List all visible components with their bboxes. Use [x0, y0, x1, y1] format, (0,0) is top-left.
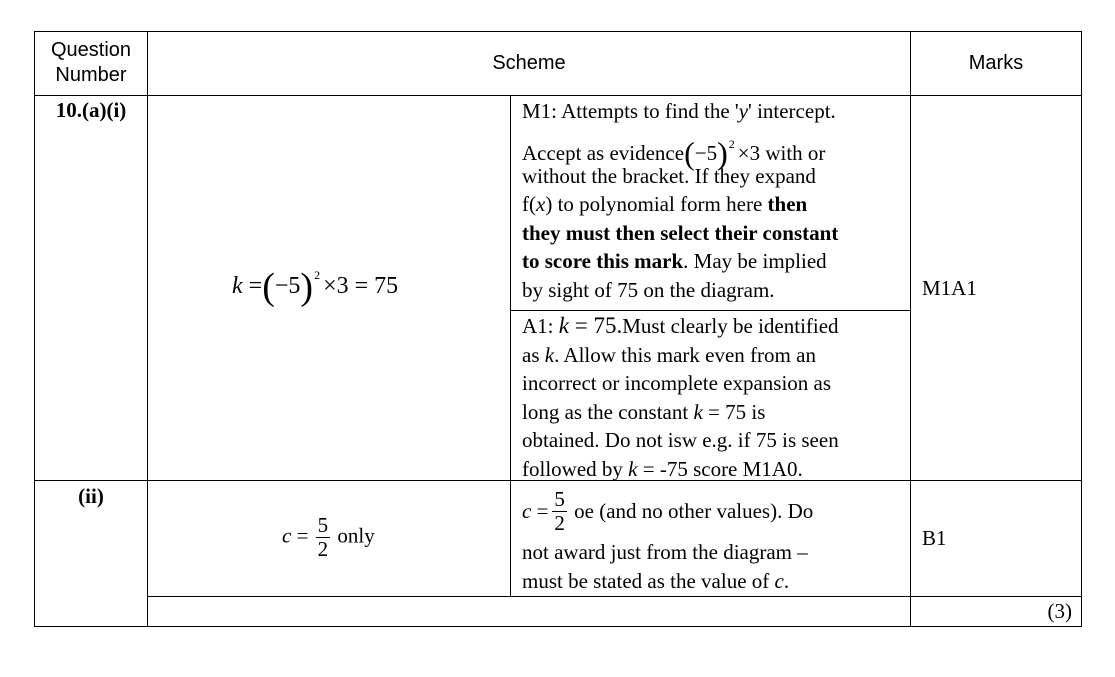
note-line: M1: Attempts to find the 'y' intercept. [522, 99, 836, 123]
fraction-five-halves: 52 [315, 513, 331, 561]
marks-a-i: M1A1 [922, 276, 977, 301]
exponent: 2 [314, 268, 321, 282]
answer-k-equation: k =(−5)2 ×3 = 75 [232, 268, 398, 306]
header-marks: Marks [911, 51, 1081, 76]
note-line: Accept as evidence(−5)2 ×3 with or [522, 134, 826, 171]
header-scheme: Scheme [148, 51, 910, 76]
note-line: without the bracket. If they expand [522, 163, 816, 188]
close-paren: ) [300, 266, 314, 308]
factor-three: 3 [336, 273, 349, 299]
notes-divider [510, 310, 910, 311]
base-value: −5 [274, 273, 301, 299]
table-top-border [34, 31, 1082, 32]
total-marks-text: (3) [1047, 599, 1073, 623]
question-label-a-i: 10.(a)(i) [35, 98, 147, 123]
question-col-divider [147, 31, 148, 627]
marks-col-divider [910, 31, 911, 627]
answer-c-equation: c = 52 only [282, 515, 375, 560]
note-line: they must then select their constant [522, 220, 839, 245]
total-row-top-border [147, 596, 1082, 597]
header-question-number: Question Number [35, 38, 147, 88]
header-bottom-border [34, 95, 1082, 96]
var-c: c [282, 523, 292, 548]
header-marks-text: Marks [968, 52, 1024, 74]
note-a1: A1: k = 75.Must clearly be identified as… [522, 312, 908, 483]
question-label-ii: (ii) [35, 484, 147, 509]
note-b1: c = 5 2 oe (and no other values). Do not a… [522, 484, 908, 595]
fraction-denominator: 2 [317, 537, 329, 561]
note-line: to score this mark. May be implied [522, 249, 827, 273]
fraction-numerator: 5 [315, 513, 331, 538]
total-marks: (3) [911, 599, 1073, 624]
note-line: incorrect or incomplete expansion as [522, 371, 832, 395]
note-line: c = 5 2 oe (and no other values). Do [522, 486, 814, 535]
note-line: must be stated as the value of c. [522, 568, 790, 593]
marks-ii: B1 [922, 526, 947, 551]
result-value: 75 [374, 273, 399, 299]
equals-sign-2: = [354, 273, 369, 299]
equals-sign: = [296, 523, 309, 548]
answer-suffix: only [332, 523, 375, 548]
note-line: by sight of 75 on the diagram. [522, 277, 775, 302]
table-right-border [1081, 31, 1082, 627]
note-m1: M1: Attempts to find the 'y' intercept. … [522, 97, 908, 304]
note-line: not award just from the diagram – [522, 540, 808, 564]
note-line: f(x) to polynomial form here then [522, 192, 808, 216]
note-line: long as the constant k = 75 is [522, 399, 766, 424]
header-question-number-text: Question Number [50, 39, 132, 86]
scheme-inner-divider [510, 95, 511, 597]
equals-sign: = [248, 273, 263, 299]
note-line: obtained. Do not isw e.g. if 75 is seen [522, 428, 839, 452]
marks-ii-text: B1 [922, 526, 947, 550]
var-k: k [232, 273, 243, 299]
table-bottom-border [34, 626, 1082, 627]
question-label-ii-text: (ii) [78, 484, 104, 508]
times-sign: × [323, 273, 337, 299]
open-paren: ( [262, 266, 275, 308]
header-scheme-text: Scheme [492, 52, 566, 74]
note-line: as k. Allow this mark even from an [522, 342, 816, 367]
note-line: followed by k = -75 score M1A0. [522, 456, 803, 481]
note-line: A1: k = 75.Must clearly be identified [522, 313, 839, 338]
marks-a-i-text: M1A1 [922, 276, 977, 300]
question-label-a-i-text: 10.(a)(i) [55, 98, 127, 122]
